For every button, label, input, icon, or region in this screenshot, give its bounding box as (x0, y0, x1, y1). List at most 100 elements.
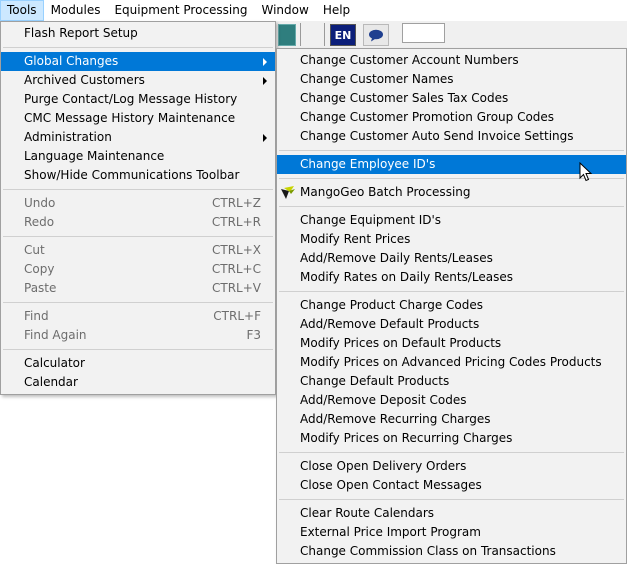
menu-window[interactable]: Window (254, 0, 315, 21)
menu-item-purge-contact-log-message-history[interactable]: Purge Contact/Log Message History (1, 90, 275, 109)
menu-item-label: Change Customer Promotion Group Codes (300, 110, 555, 124)
menu-item-change-default-products[interactable]: Change Default Products (277, 372, 626, 391)
menu-item-language-maintenance[interactable]: Language Maintenance (1, 147, 275, 166)
menu-tools[interactable]: Tools (0, 0, 44, 21)
menu-item-change-product-charge-codes[interactable]: Change Product Charge Codes (277, 296, 626, 315)
menu-item-label: Flash Report Setup (24, 26, 138, 40)
menu-separator (279, 452, 624, 453)
menu-item-label: Modify Rent Prices (300, 232, 411, 246)
menu-item-clear-route-calendars[interactable]: Clear Route Calendars (277, 504, 626, 523)
menu-item-archived-customers[interactable]: Archived Customers (1, 71, 275, 90)
menu-item-label: Find Again (24, 328, 87, 342)
menu-item-label: Purge Contact/Log Message History (24, 92, 238, 106)
communications-toolbar: EN (275, 21, 627, 48)
toolbar-field[interactable] (402, 23, 445, 43)
menu-item-find[interactable]: Find CTRL+F (1, 307, 275, 326)
menu-item-change-customer-auto-send-invoice-settings[interactable]: Change Customer Auto Send Invoice Settin… (277, 127, 626, 146)
menu-item-label: Change Default Products (300, 374, 450, 388)
toolbar-separator (300, 23, 301, 46)
menu-modules[interactable]: Modules (44, 0, 108, 21)
menu-item-add-remove-default-products[interactable]: Add/Remove Default Products (277, 315, 626, 334)
menu-item-mangogeo-batch-processing[interactable]: MangoGeo Batch Processing (277, 183, 626, 202)
menu-item-close-open-delivery-orders[interactable]: Close Open Delivery Orders (277, 457, 626, 476)
menu-item-external-price-import-program[interactable]: External Price Import Program (277, 523, 626, 542)
menu-item-calculator[interactable]: Calculator (1, 354, 275, 373)
menu-item-label: Change Customer Sales Tax Codes (300, 91, 509, 105)
menu-item-shortcut: F3 (246, 328, 261, 342)
menu-item-label: Calendar (24, 375, 78, 389)
language-button[interactable]: EN (330, 24, 356, 46)
menu-equipment-processing[interactable]: Equipment Processing (107, 0, 254, 21)
menu-item-change-equipment-id-s[interactable]: Change Equipment ID's (277, 211, 626, 230)
mangogeo-icon (281, 186, 295, 199)
menu-item-label: Change Customer Auto Send Invoice Settin… (300, 129, 574, 143)
menu-item-modify-prices-on-recurring-charges[interactable]: Modify Prices on Recurring Charges (277, 429, 626, 448)
menu-item-label: Change Equipment ID's (300, 213, 442, 227)
menu-item-add-remove-deposit-codes[interactable]: Add/Remove Deposit Codes (277, 391, 626, 410)
menu-item-find-again[interactable]: Find Again F3 (1, 326, 275, 345)
menu-item-label: Archived Customers (24, 73, 145, 87)
menu-item-label: Change Product Charge Codes (300, 298, 483, 312)
menu-item-shortcut: CTRL+X (211, 243, 261, 257)
menu-separator (279, 150, 624, 151)
menu-item-change-employee-id-s[interactable]: Change Employee ID's (277, 155, 626, 174)
menu-item-label: Modify Rates on Daily Rents/Leases (300, 270, 513, 284)
menu-item-label: Cut (24, 243, 45, 257)
menu-item-modify-prices-on-advanced-pricing-codes-products[interactable]: Modify Prices on Advanced Pricing Codes … (277, 353, 626, 372)
menu-separator (3, 47, 273, 48)
menu-item-modify-rent-prices[interactable]: Modify Rent Prices (277, 230, 626, 249)
menu-item-shortcut: CTRL+Z (211, 196, 261, 210)
menu-item-modify-prices-on-default-products[interactable]: Modify Prices on Default Products (277, 334, 626, 353)
menu-item-add-remove-recurring-charges[interactable]: Add/Remove Recurring Charges (277, 410, 626, 429)
menu-separator (3, 189, 273, 190)
menu-item-label: Change Customer Account Numbers (300, 53, 519, 67)
submenu-arrow-icon (263, 134, 267, 142)
mouse-cursor-icon (579, 162, 593, 182)
menu-item-change-customer-promotion-group-codes[interactable]: Change Customer Promotion Group Codes (277, 108, 626, 127)
menu-item-close-open-contact-messages[interactable]: Close Open Contact Messages (277, 476, 626, 495)
menu-item-shortcut: CTRL+V (212, 281, 261, 295)
menu-item-label: External Price Import Program (300, 525, 481, 539)
menu-separator (3, 302, 273, 303)
menu-item-cut[interactable]: Cut CTRL+X (1, 241, 275, 260)
menu-item-label: Calculator (24, 356, 85, 370)
menu-item-label: Administration (24, 130, 112, 144)
menu-item-label: Show/Hide Communications Toolbar (24, 168, 240, 182)
menu-item-label: Change Customer Names (300, 72, 454, 86)
menu-item-label: Copy (24, 262, 55, 276)
menu-item-shortcut: CTRL+C (211, 262, 261, 276)
menu-item-label: Modify Prices on Advanced Pricing Codes … (300, 355, 602, 369)
menu-item-global-changes[interactable]: Global Changes (1, 52, 275, 71)
menu-item-label: Undo (24, 196, 56, 210)
menu-item-label: Find (24, 309, 49, 323)
menu-item-redo[interactable]: Redo CTRL+R (1, 213, 275, 232)
menu-item-label: Redo (24, 215, 55, 229)
menu-separator (3, 236, 273, 237)
menu-item-change-commission-class-on-transactions[interactable]: Change Commission Class on Transactions (277, 542, 626, 561)
menu-item-label: Language Maintenance (24, 149, 165, 163)
chat-bubble-icon[interactable] (363, 24, 389, 46)
menu-item-administration[interactable]: Administration (1, 128, 275, 147)
menu-item-label: CMC Message History Maintenance (24, 111, 236, 125)
menu-item-modify-rates-on-daily-rents-leases[interactable]: Modify Rates on Daily Rents/Leases (277, 268, 626, 287)
menu-item-add-remove-daily-rents-leases[interactable]: Add/Remove Daily Rents/Leases (277, 249, 626, 268)
menu-item-label: Modify Prices on Default Products (300, 336, 502, 350)
menu-item-label: Add/Remove Default Products (300, 317, 480, 331)
menu-item-undo[interactable]: Undo CTRL+Z (1, 194, 275, 213)
menu-item-shortcut: CTRL+F (213, 309, 261, 323)
menu-item-shortcut: CTRL+R (211, 215, 261, 229)
menu-item-calendar[interactable]: Calendar (1, 373, 275, 392)
toolbar-separator (324, 23, 325, 46)
menu-item-change-customer-names[interactable]: Change Customer Names (277, 70, 626, 89)
menu-item-label: Add/Remove Recurring Charges (300, 412, 491, 426)
menu-item-flash-report-setup[interactable]: Flash Report Setup (1, 24, 275, 43)
menu-item-paste[interactable]: Paste CTRL+V (1, 279, 275, 298)
menu-help[interactable]: Help (316, 0, 357, 21)
menu-item-cmc-message-history-maintenance[interactable]: CMC Message History Maintenance (1, 109, 275, 128)
menu-item-show-hide-communications-toolbar[interactable]: Show/Hide Communications Toolbar (1, 166, 275, 185)
menu-item-copy[interactable]: Copy CTRL+C (1, 260, 275, 279)
menu-item-change-customer-account-numbers[interactable]: Change Customer Account Numbers (277, 51, 626, 70)
menu-item-change-customer-sales-tax-codes[interactable]: Change Customer Sales Tax Codes (277, 89, 626, 108)
menu-item-label: Paste (24, 281, 57, 295)
teal-app-icon[interactable] (278, 24, 296, 46)
